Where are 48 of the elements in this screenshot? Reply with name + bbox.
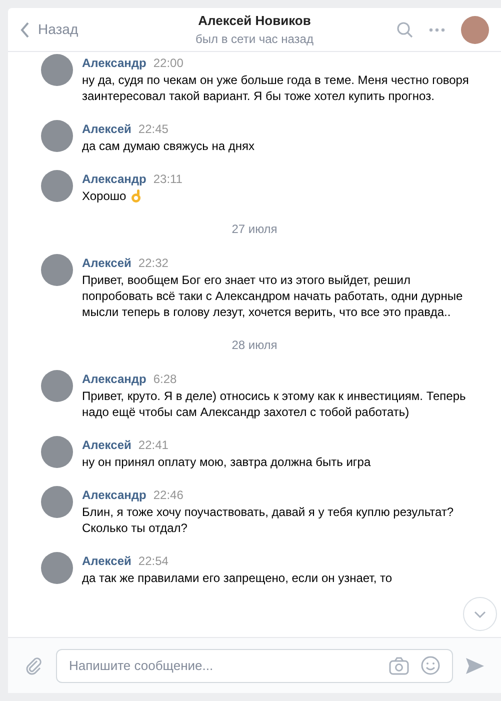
paperclip-icon[interactable] bbox=[24, 656, 44, 676]
back-button[interactable]: Назад bbox=[20, 19, 130, 40]
message-time: 22:41 bbox=[138, 437, 168, 454]
message-time: 22:45 bbox=[138, 121, 168, 138]
camera-icon[interactable] bbox=[389, 656, 409, 674]
author-name[interactable]: Александр bbox=[82, 486, 146, 504]
chevron-down-icon bbox=[474, 610, 486, 618]
chat-title: Алексей Новиков bbox=[198, 12, 311, 30]
message-text: да сам думаю свяжусь на днях bbox=[82, 138, 255, 154]
message-text: ну он принял оплату мою, завтра должна быть игра bbox=[82, 454, 371, 470]
message-time: 22:54 bbox=[138, 553, 168, 570]
author-name[interactable]: Алексей bbox=[82, 254, 132, 272]
author-name[interactable]: Алексей bbox=[82, 120, 132, 138]
message-text: Хорошо bbox=[82, 188, 126, 204]
smiley-icon[interactable] bbox=[421, 656, 440, 675]
avatar-photo-placeholder[interactable] bbox=[41, 370, 73, 402]
message-time: 22:32 bbox=[138, 255, 168, 272]
message-text: Блин, я тоже хочу поучаствовать, давай я у тебя куплю результат? Сколько ты отдал? bbox=[82, 504, 455, 536]
message-text: Привет, вообщем Бог его знает что из этого выйдет, решил попробовать всё таки с Александром начать работать, одни дурные мысли теперь в голову лезут, хочется верить, что все это правда.. bbox=[82, 272, 464, 320]
back-chevron-icon bbox=[20, 22, 30, 38]
last-seen-status: был в сети час назад bbox=[196, 31, 314, 48]
message-time: 6:28 bbox=[153, 371, 177, 388]
author-name[interactable]: Алексей bbox=[82, 436, 132, 454]
author-name[interactable]: Александр bbox=[82, 370, 146, 388]
date-separator: 28 июля bbox=[232, 337, 278, 354]
message-text: Привет, круто. Я в деле) относись к этому как к инвестициям. Теперь надо ещё чтобы сам Александр захотел с тобой работать) bbox=[82, 388, 467, 420]
avatar-photo-placeholder[interactable] bbox=[41, 552, 73, 584]
avatar-photo-placeholder[interactable] bbox=[41, 120, 73, 152]
author-name[interactable]: Александр bbox=[82, 170, 146, 188]
message-text: да так же правилами его запрещено, если он узнает, то bbox=[82, 570, 392, 586]
avatar-photo-placeholder[interactable] bbox=[41, 254, 73, 286]
message-time: 22:46 bbox=[153, 487, 184, 504]
avatar-photo-placeholder[interactable] bbox=[41, 486, 73, 518]
avatar-photo-placeholder[interactable] bbox=[461, 16, 489, 44]
author-name[interactable]: Алексей bbox=[82, 552, 132, 570]
author-name[interactable]: Александр bbox=[82, 54, 146, 72]
message-field[interactable]: Напишите сообщение... bbox=[56, 648, 453, 682]
date-separator: 27 июля bbox=[232, 221, 278, 238]
message-time: 23:11 bbox=[153, 171, 182, 188]
message-text: ну да, судя по чекам он уже больше года в теме. Меня честно говоря заинтересовал такой вариант. Я бы тоже хотел купить прогноз. bbox=[82, 72, 470, 104]
search-icon[interactable] bbox=[397, 22, 413, 38]
avatar-photo-placeholder[interactable] bbox=[41, 170, 73, 202]
avatar-photo-placeholder[interactable] bbox=[41, 436, 73, 468]
send-icon[interactable] bbox=[465, 656, 485, 674]
avatar-photo-placeholder[interactable] bbox=[41, 54, 73, 86]
more-icon[interactable] bbox=[429, 28, 445, 32]
message-time: 22:00 bbox=[153, 55, 184, 72]
message-input[interactable]: Напишите сообщение... bbox=[69, 656, 389, 676]
